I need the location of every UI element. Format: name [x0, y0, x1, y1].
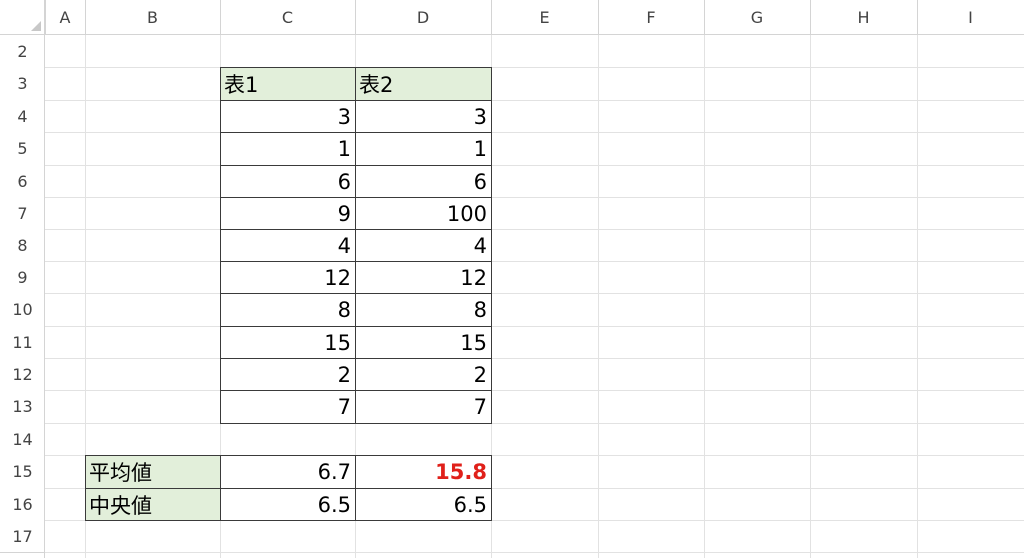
table1-value[interactable]: 4 [220, 229, 356, 262]
gridline-vertical [598, 35, 599, 558]
table-header-2[interactable]: 表2 [355, 67, 492, 101]
column-header-separator [810, 0, 811, 35]
gridline-horizontal [45, 165, 1024, 166]
table2-value[interactable]: 6 [355, 165, 492, 198]
table-header-1[interactable]: 表1 [220, 67, 356, 101]
gridline-horizontal [45, 390, 1024, 391]
gridline-horizontal [45, 67, 1024, 68]
column-header-d[interactable]: D [355, 0, 491, 35]
header-bottom-border [0, 34, 1024, 35]
row-header-13[interactable]: 13 [0, 390, 45, 423]
row-header-5[interactable]: 5 [0, 132, 45, 165]
column-header-separator [355, 0, 356, 35]
row-header-14[interactable]: 14 [0, 423, 45, 455]
row-header-10[interactable]: 10 [0, 293, 45, 326]
row-header-separator [0, 552, 45, 553]
median-table1[interactable]: 6.5 [220, 488, 356, 521]
column-header-h[interactable]: H [810, 0, 917, 35]
row-header-right-border [44, 0, 45, 558]
row-header-3[interactable]: 3 [0, 67, 45, 100]
column-header-i[interactable]: I [917, 0, 1024, 35]
median-label[interactable]: 中央値 [85, 488, 221, 521]
gridline-vertical [704, 35, 705, 558]
column-header-g[interactable]: G [704, 0, 810, 35]
column-header-separator [704, 0, 705, 35]
row-header-7[interactable]: 7 [0, 197, 45, 229]
table2-value[interactable]: 2 [355, 358, 492, 391]
column-header-separator [598, 0, 599, 35]
row-header-8[interactable]: 8 [0, 229, 45, 261]
median-table2[interactable]: 6.5 [355, 488, 492, 521]
table2-value[interactable]: 8 [355, 293, 492, 327]
column-header-a[interactable]: A [45, 0, 85, 35]
table1-value[interactable]: 2 [220, 358, 356, 391]
mean-table1[interactable]: 6.7 [220, 455, 356, 489]
column-header-b[interactable]: B [85, 0, 220, 35]
row-header-9[interactable]: 9 [0, 261, 45, 293]
gridline-vertical [810, 35, 811, 558]
select-all-triangle-icon [31, 21, 41, 31]
gridline-horizontal [45, 132, 1024, 133]
gridline-horizontal [45, 293, 1024, 294]
mean-table2[interactable]: 15.8 [355, 455, 492, 489]
gridline-horizontal [45, 261, 1024, 262]
mean-label[interactable]: 平均値 [85, 455, 221, 489]
gridline-horizontal [45, 326, 1024, 327]
row-header-4[interactable]: 4 [0, 100, 45, 132]
row-header-12[interactable]: 12 [0, 358, 45, 390]
table1-value[interactable]: 1 [220, 132, 356, 166]
select-all-corner[interactable] [0, 0, 45, 35]
table2-value[interactable]: 12 [355, 261, 492, 294]
table1-value[interactable]: 15 [220, 326, 356, 359]
gridline-horizontal [45, 100, 1024, 101]
table2-value[interactable]: 100 [355, 197, 492, 230]
table2-value[interactable]: 1 [355, 132, 492, 166]
column-header-separator [491, 0, 492, 35]
gridline-horizontal [45, 229, 1024, 230]
row-header-16[interactable]: 16 [0, 488, 45, 520]
column-header-e[interactable]: E [491, 0, 598, 35]
spreadsheet[interactable]: A B C D E F G H I 2 3 4 5 6 7 8 9 10 11 12 13 14 15 16 17 表1 表2 3 3 1… [0, 0, 1024, 558]
table1-value[interactable]: 7 [220, 390, 356, 424]
gridline-horizontal [45, 358, 1024, 359]
table2-value[interactable]: 4 [355, 229, 492, 262]
row-header-2[interactable]: 2 [0, 35, 45, 67]
row-header-6[interactable]: 6 [0, 165, 45, 197]
gridline-horizontal [45, 552, 1024, 553]
column-header-separator [85, 0, 86, 35]
column-header-c[interactable]: C [220, 0, 355, 35]
table1-value[interactable]: 9 [220, 197, 356, 230]
column-header-separator [45, 0, 46, 35]
table1-value[interactable]: 8 [220, 293, 356, 327]
row-header-15[interactable]: 15 [0, 455, 45, 488]
table2-value[interactable]: 15 [355, 326, 492, 359]
column-header-f[interactable]: F [598, 0, 704, 35]
table1-value[interactable]: 12 [220, 261, 356, 294]
table2-value[interactable]: 3 [355, 100, 492, 133]
column-header-separator [220, 0, 221, 35]
column-header-separator [917, 0, 918, 35]
gridline-horizontal [45, 423, 1024, 424]
table1-value[interactable]: 3 [220, 100, 356, 133]
table1-value[interactable]: 6 [220, 165, 356, 198]
table2-value[interactable]: 7 [355, 390, 492, 424]
gridline-horizontal [45, 197, 1024, 198]
gridline-vertical [917, 35, 918, 558]
row-header-17[interactable]: 17 [0, 520, 45, 552]
row-header-11[interactable]: 11 [0, 326, 45, 358]
